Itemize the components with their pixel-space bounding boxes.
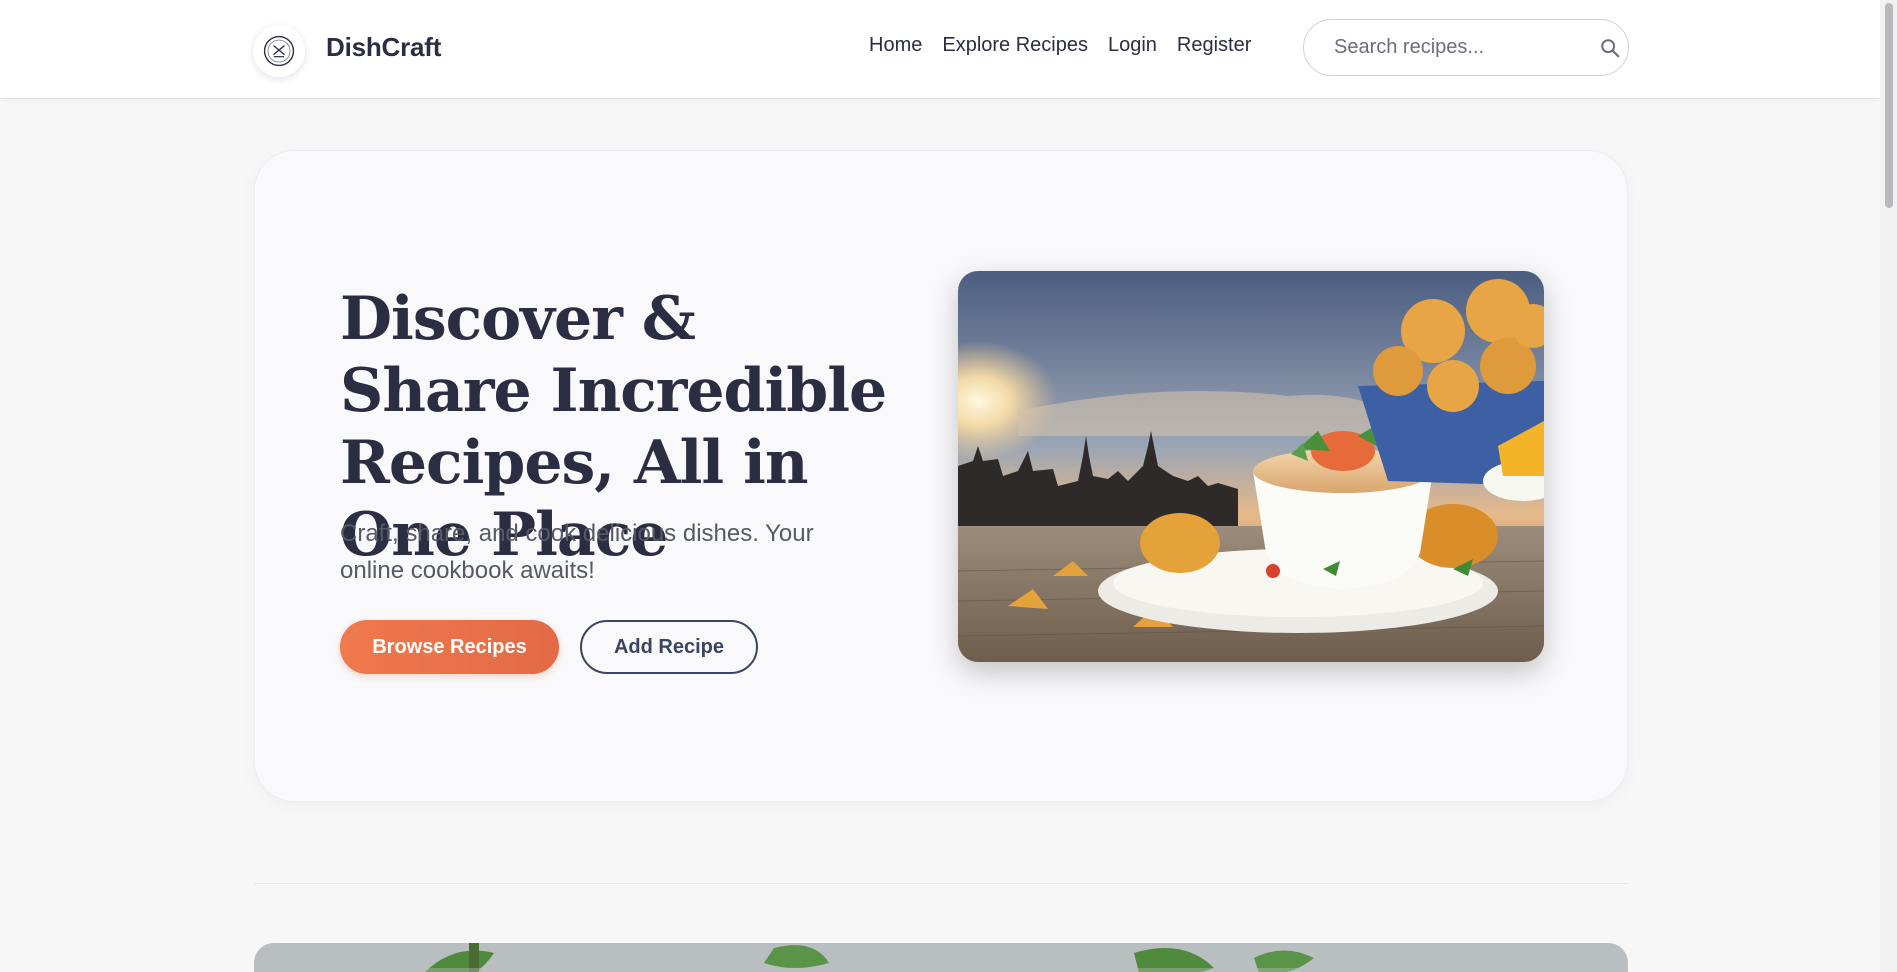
- page-scrollbar[interactable]: [1880, 0, 1897, 972]
- hero-food-image: [958, 271, 1544, 662]
- brand-name[interactable]: DishCraft: [326, 32, 441, 63]
- search-input[interactable]: [1334, 36, 1599, 59]
- search-bar: [1303, 19, 1629, 76]
- browse-recipes-button[interactable]: Browse Recipes: [340, 620, 559, 674]
- chef-plate-logo-icon[interactable]: [253, 25, 305, 77]
- nav-home[interactable]: Home: [869, 34, 922, 57]
- nav-register[interactable]: Register: [1177, 34, 1251, 57]
- hero-section: Discover & Share Incredible Recipes, All…: [254, 150, 1628, 802]
- main-nav: Home Explore Recipes Login Register: [869, 34, 1251, 57]
- mint-leaves-on-ice-banner-image: [254, 943, 1628, 972]
- section-divider: [254, 883, 1628, 884]
- search-icon[interactable]: [1599, 36, 1621, 60]
- add-recipe-button[interactable]: Add Recipe: [580, 620, 758, 674]
- hero-subtitle: Craft, share, and cook delicious dishes.…: [340, 520, 814, 584]
- scrollbar-thumb[interactable]: [1885, 3, 1893, 208]
- top-navbar: DishCraft Home Explore Recipes Login Reg…: [0, 0, 1880, 99]
- nav-explore-recipes[interactable]: Explore Recipes: [942, 34, 1088, 57]
- nav-login[interactable]: Login: [1108, 34, 1157, 57]
